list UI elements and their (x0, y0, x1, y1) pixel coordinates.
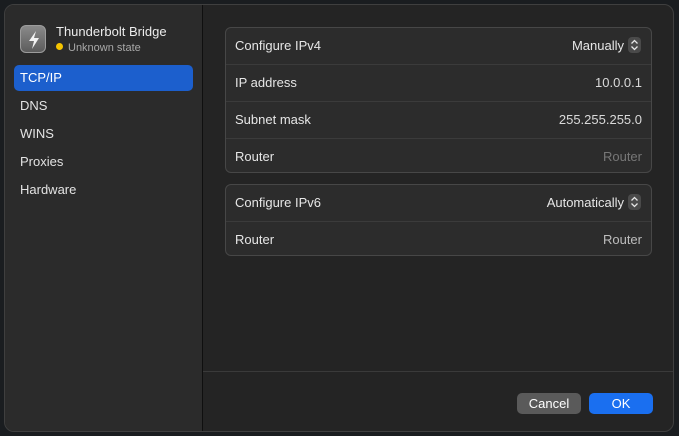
ipv4-router-field[interactable]: Router (603, 149, 642, 164)
service-status-text: Unknown state (68, 42, 141, 54)
configure-ipv4-label: Configure IPv4 (235, 38, 321, 53)
configure-ipv4-select[interactable]: Manually (572, 37, 641, 53)
configure-ipv6-row: Configure IPv6 Automatically (226, 185, 651, 221)
subnet-mask-row: Subnet mask 255.255.255.0 (226, 101, 651, 138)
configure-ipv4-row: Configure IPv4 Manually (226, 28, 651, 64)
ip-address-field[interactable]: 10.0.0.1 (595, 75, 642, 90)
updown-chevron-icon (628, 37, 641, 53)
dialog-footer: Cancel OK (203, 371, 673, 431)
sidebar: Thunderbolt Bridge Unknown state TCP/IP … (5, 5, 203, 431)
sidebar-item-dns[interactable]: DNS (14, 93, 193, 119)
ipv6-router-row: Router Router (226, 221, 651, 258)
ipv4-group: Configure IPv4 Manually IP address 10.0.… (225, 27, 652, 173)
ip-address-row: IP address 10.0.0.1 (226, 64, 651, 101)
ipv4-router-label: Router (235, 149, 275, 164)
cancel-button[interactable]: Cancel (517, 393, 581, 414)
configure-ipv6-label: Configure IPv6 (235, 195, 321, 210)
service-title: Thunderbolt Bridge (56, 24, 167, 39)
ok-button[interactable]: OK (589, 393, 653, 414)
network-settings-window: Thunderbolt Bridge Unknown state TCP/IP … (4, 4, 674, 432)
ipv6-router-label: Router (235, 232, 275, 247)
sidebar-nav: TCP/IP DNS WINS Proxies Hardware (14, 65, 193, 205)
configure-ipv4-value: Manually (571, 37, 624, 53)
subnet-mask-field[interactable]: 255.255.255.0 (559, 112, 642, 127)
subnet-mask-label: Subnet mask (235, 112, 311, 127)
service-status: Unknown state (56, 42, 141, 54)
ip-address-label: IP address (235, 75, 297, 90)
sidebar-item-hardware[interactable]: Hardware (14, 177, 193, 203)
ipv6-router-value: Router (602, 232, 642, 247)
sidebar-item-proxies[interactable]: Proxies (14, 149, 193, 175)
thunderbolt-icon (20, 25, 46, 53)
status-dot-icon (56, 43, 63, 50)
service-header: Thunderbolt Bridge Unknown state (19, 23, 199, 57)
sidebar-item-tcpip[interactable]: TCP/IP (14, 65, 193, 91)
updown-chevron-icon (628, 194, 641, 210)
configure-ipv6-value: Automatically (546, 194, 624, 210)
configure-ipv6-select[interactable]: Automatically (547, 194, 641, 210)
sidebar-item-wins[interactable]: WINS (14, 121, 193, 147)
ipv6-group: Configure IPv6 Automatically Router Rout… (225, 184, 652, 256)
main-pane: Configure IPv4 Manually IP address 10.0.… (203, 5, 673, 431)
ipv4-router-row: Router Router (226, 138, 651, 175)
